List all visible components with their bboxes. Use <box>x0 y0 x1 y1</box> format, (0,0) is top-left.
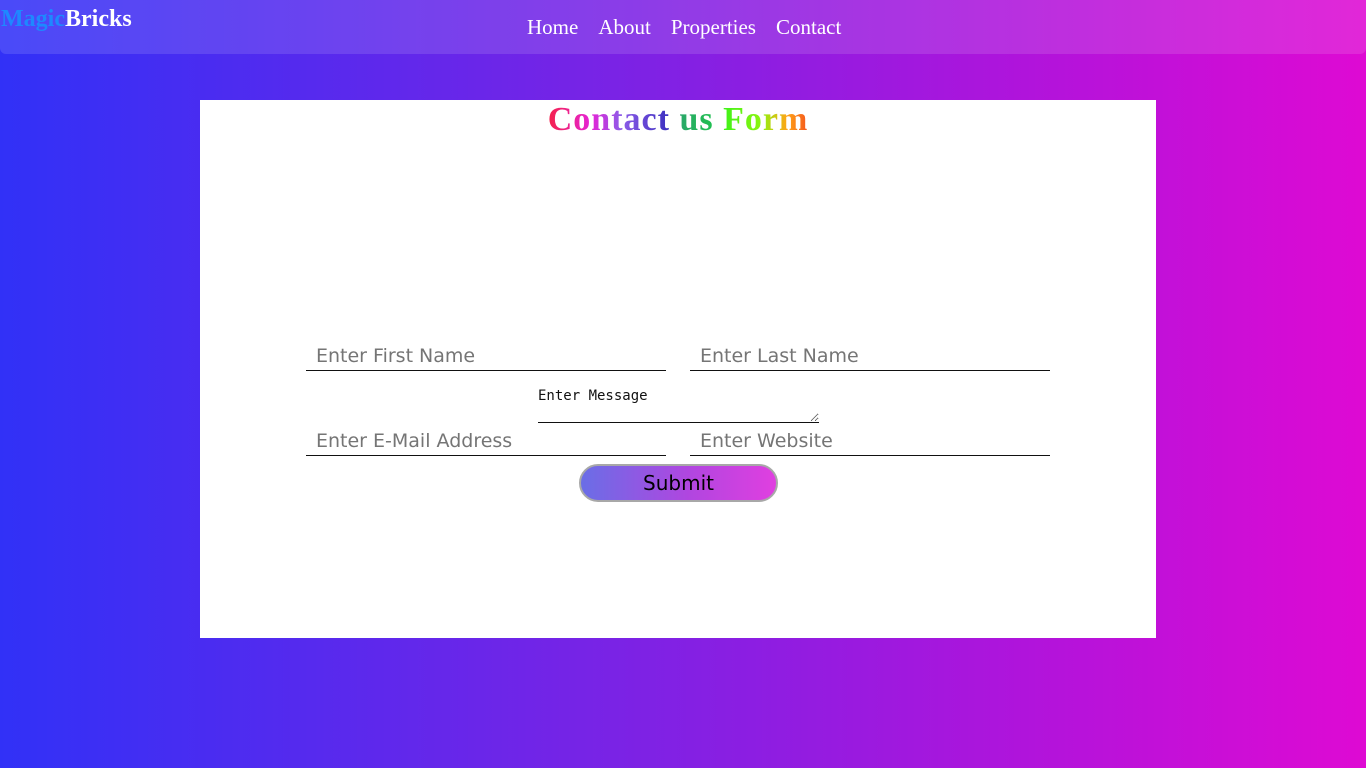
website-input[interactable] <box>690 426 1050 456</box>
message-textarea[interactable] <box>538 385 819 423</box>
navbar: MagicBricks Home About Properties Contac… <box>0 0 1366 54</box>
nav-link-properties[interactable]: Properties <box>661 12 766 42</box>
nav-item-properties: Properties <box>661 12 766 42</box>
nav-list: Home About Properties Contact <box>517 12 851 42</box>
nav-link-contact[interactable]: Contact <box>766 12 851 42</box>
form-title-word-1: Contact <box>547 101 670 138</box>
nav-link-about[interactable]: About <box>588 12 661 42</box>
form-title: Contact us Form <box>200 100 1156 140</box>
nav-item-contact: Contact <box>766 12 851 42</box>
form-title-word-2: us <box>679 101 714 138</box>
email-input[interactable] <box>306 426 666 456</box>
last-name-input[interactable] <box>690 341 1050 371</box>
brand-logo-part-a: Magic <box>1 6 65 32</box>
brand-logo[interactable]: MagicBricks <box>1 4 132 34</box>
form-title-word-3: Form <box>723 101 809 138</box>
nav-item-about: About <box>588 12 661 42</box>
contact-form-card: Contact us Form Submit <box>200 100 1156 638</box>
nav-item-home: Home <box>517 12 588 42</box>
nav-link-home[interactable]: Home <box>517 12 588 42</box>
submit-button[interactable]: Submit <box>579 464 778 502</box>
brand-logo-part-b: Bricks <box>64 6 132 32</box>
first-name-input[interactable] <box>306 341 666 371</box>
